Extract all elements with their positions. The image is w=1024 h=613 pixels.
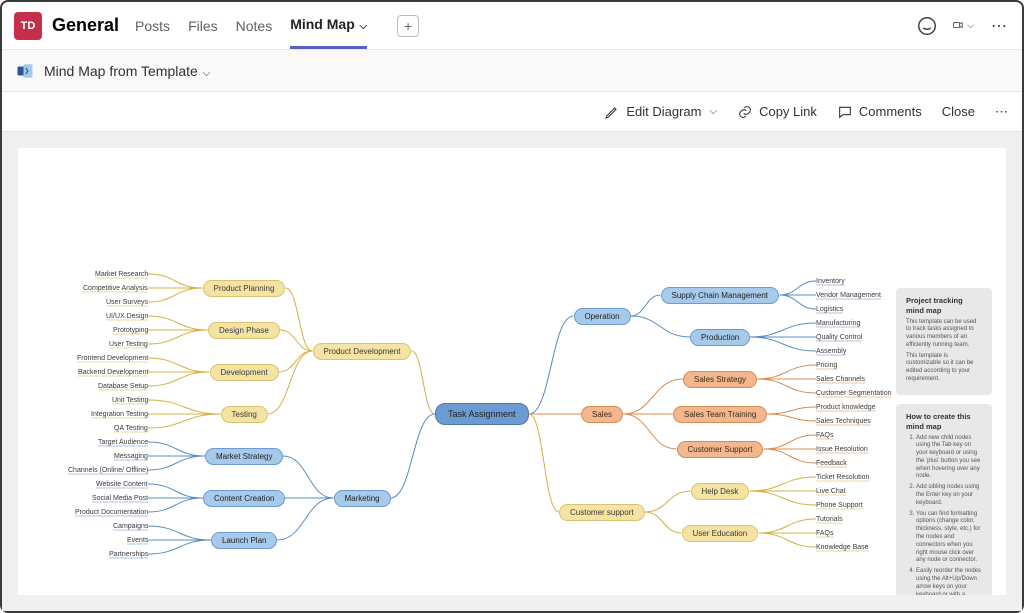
mindmap-leaf[interactable]: Prototyping xyxy=(113,327,148,334)
mindmap-leaf[interactable]: Integration Testing xyxy=(91,411,148,418)
link-icon xyxy=(737,104,753,120)
close-button[interactable]: Close xyxy=(942,104,975,119)
mindmap-leaf[interactable]: Feedback xyxy=(816,460,847,467)
comment-icon xyxy=(837,104,853,120)
canvas-wrapper: Task Assignment Product Development Produc… xyxy=(2,132,1022,611)
mindmap-node[interactable]: Launch Plan xyxy=(211,532,277,549)
mindmap-leaf[interactable]: Product Documentation xyxy=(75,509,148,516)
breadcrumb[interactable]: Mind Map from Template ⌵ xyxy=(44,63,210,79)
edit-diagram-button[interactable]: Edit Diagram⌵ xyxy=(604,104,717,120)
more-icon[interactable]: ⋯ xyxy=(988,15,1010,37)
mindmap-node[interactable]: Design Phase xyxy=(208,322,280,339)
mindmap-leaf[interactable]: Vendor Management xyxy=(816,292,881,299)
mindmap-leaf[interactable]: Social Media Post xyxy=(92,495,148,502)
more-options-button[interactable]: ⋯ xyxy=(995,104,1008,120)
mindmap-leaf[interactable]: Logistics xyxy=(816,306,843,313)
mindmap-leaf[interactable]: UI/UX Design xyxy=(106,313,148,320)
mindmap-leaf[interactable]: QA Testing xyxy=(114,425,148,432)
mindmap-leaf[interactable]: Channels (Online/ Offline) xyxy=(68,467,148,474)
team-avatar: TD xyxy=(14,12,42,40)
mindmap-leaf[interactable]: Database Setup xyxy=(98,383,148,390)
mindmap-leaf[interactable]: Knowledge Base xyxy=(816,544,869,551)
pencil-icon xyxy=(604,104,620,120)
channel-title: General xyxy=(52,15,119,36)
mindmap-node[interactable]: Supply Chain Management xyxy=(661,287,780,304)
mindmap-leaf[interactable]: Tutorials xyxy=(816,516,843,523)
mindmap-leaf[interactable]: Inventory xyxy=(816,278,845,285)
mindmap-canvas[interactable]: Task Assignment Product Development Produc… xyxy=(18,148,1006,595)
mindmap-leaf[interactable]: User Testing xyxy=(109,341,148,348)
mindmap-node[interactable]: Market Strategy xyxy=(205,448,283,465)
chevron-down-icon: ⌵ xyxy=(200,68,210,79)
mindmap-leaf[interactable]: User Surveys xyxy=(106,299,148,306)
mindmap-node[interactable]: Customer support xyxy=(559,504,645,521)
diagram-toolbar: Edit Diagram⌵ Copy Link Comments Close ⋯ xyxy=(2,92,1022,132)
mindmap-leaf[interactable]: Pricing xyxy=(816,362,837,369)
mindmap-leaf[interactable]: Ticket Resolution xyxy=(816,474,869,481)
connector-layer xyxy=(18,148,1006,595)
tab-mindmap[interactable]: Mind Map ⌵ xyxy=(290,2,367,49)
mindmap-node[interactable]: Operation xyxy=(574,308,631,325)
mindmap-leaf[interactable]: Campaigns xyxy=(113,523,148,530)
tab-posts[interactable]: Posts xyxy=(135,4,170,48)
mindmap-leaf[interactable]: Issue Resolution xyxy=(816,446,868,453)
mindmap-leaf[interactable]: FAQs xyxy=(816,530,834,537)
mindmap-leaf[interactable]: Market Research xyxy=(95,271,148,278)
mindmap-node[interactable]: Production xyxy=(690,329,750,346)
mindmap-leaf[interactable]: Sales Techniques xyxy=(816,418,871,425)
app-header: TD General Posts Files Notes Mind Map ⌵ … xyxy=(2,2,1022,50)
tab-strip: Posts Files Notes Mind Map ⌵ + xyxy=(135,2,419,49)
comments-button[interactable]: Comments xyxy=(837,104,922,120)
mindmap-leaf[interactable]: Phone Support xyxy=(816,502,863,509)
mindmap-node[interactable]: Product Development xyxy=(313,343,412,360)
add-tab-button[interactable]: + xyxy=(397,15,419,37)
copy-link-button[interactable]: Copy Link xyxy=(737,104,817,120)
mindmap-leaf[interactable]: Assembly xyxy=(816,348,846,355)
chevron-down-icon: ⌵ xyxy=(967,20,974,31)
more-icon: ⋯ xyxy=(995,104,1008,120)
mindmap-node[interactable]: Product Planning xyxy=(203,280,286,297)
plus-icon: + xyxy=(404,18,412,34)
mindmap-leaf[interactable]: Quality Control xyxy=(816,334,862,341)
mindmap-leaf[interactable]: Unit Testing xyxy=(112,397,148,404)
tab-notes[interactable]: Notes xyxy=(236,4,273,48)
tab-files[interactable]: Files xyxy=(188,4,218,48)
mindmap-leaf[interactable]: FAQs xyxy=(816,432,834,439)
mindmap-leaf[interactable]: Manufacturing xyxy=(816,320,860,327)
mindmap-leaf[interactable]: Live Chat xyxy=(816,488,846,495)
mindmap-leaf[interactable]: Messaging xyxy=(114,453,148,460)
chat-icon[interactable] xyxy=(916,15,938,37)
mindmap-leaf[interactable]: Website Content xyxy=(96,481,148,488)
mindmap-node[interactable]: Sales Strategy xyxy=(683,371,757,388)
mindmap-leaf[interactable]: Sales Channels xyxy=(816,376,865,383)
info-box: How to create this mind mapAdd new child… xyxy=(896,404,992,595)
mindmap-node[interactable]: Testing xyxy=(221,406,268,423)
mindmap-node[interactable]: User Education xyxy=(682,525,759,542)
mindmap-node[interactable]: Customer Support xyxy=(677,441,764,458)
mindmap-leaf[interactable]: Backend Development xyxy=(78,369,148,376)
chevron-down-icon: ⌵ xyxy=(709,106,717,117)
info-box: Project tracking mind mapThis template c… xyxy=(896,288,992,395)
meet-icon[interactable]: ⌵ xyxy=(952,15,974,37)
mindmap-node[interactable]: Sales Team Training xyxy=(673,406,767,423)
mindmap-node[interactable]: Marketing xyxy=(334,490,391,507)
mindmap-node[interactable]: Help Desk xyxy=(691,483,750,500)
mindmap-leaf[interactable]: Product knowledge xyxy=(816,404,876,411)
subheader: Mind Map from Template ⌵ xyxy=(2,50,1022,92)
visio-icon xyxy=(16,62,34,80)
mindmap-leaf[interactable]: Frontend Development xyxy=(77,355,148,362)
header-actions: ⌵ ⋯ xyxy=(916,15,1010,37)
mindmap-node[interactable]: Sales xyxy=(581,406,623,423)
mindmap-leaf[interactable]: Target Audience xyxy=(98,439,148,446)
mindmap-node[interactable]: Content Creation xyxy=(203,490,285,507)
mindmap-leaf[interactable]: Customer Segmentation xyxy=(816,390,891,397)
mindmap-leaf[interactable]: Partnerships xyxy=(109,551,148,558)
mindmap-leaf[interactable]: Events xyxy=(127,537,148,544)
mindmap-leaf[interactable]: Competitive Analysis xyxy=(83,285,148,292)
chevron-down-icon: ⌵ xyxy=(357,21,367,32)
mindmap-node[interactable]: Task Assignment xyxy=(435,403,529,425)
mindmap-node[interactable]: Development xyxy=(210,364,279,381)
